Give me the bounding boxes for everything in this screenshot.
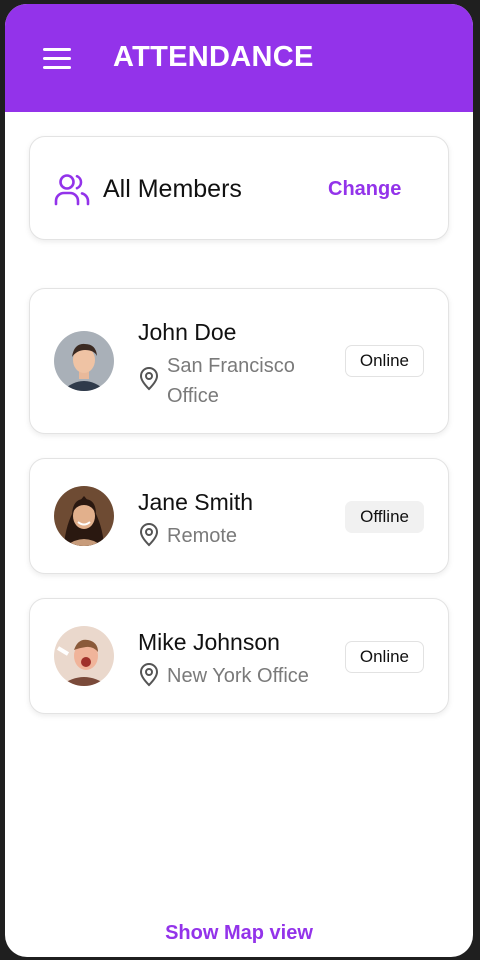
member-card-mike-johnson[interactable]: Mike Johnson New York Office Online [29,598,449,714]
show-map-view-button[interactable]: Show Map view [5,922,473,945]
location-pin-icon [139,367,159,391]
filter-label: All Members [103,175,242,203]
status-badge: Online [344,345,424,377]
member-name: John Doe [138,319,237,345]
member-card-jane-smith[interactable]: Jane Smith Remote Offline [29,458,449,574]
member-location: New York Office [167,665,309,687]
member-location: Remote [167,525,238,547]
app-header: ATTENDANCE [5,4,473,112]
location-pin-icon [139,663,159,687]
member-name: Jane Smith [138,489,254,515]
users-icon [54,174,90,206]
avatar [54,626,114,686]
location-pin-icon [139,523,159,547]
member-card-john-doe[interactable]: John Doe San Francisco Office Online [29,288,449,434]
avatar [54,486,114,546]
member-filter-card: All Members Change [29,136,449,240]
member-location: San Francisco Office [167,355,295,407]
page-title: ATTENDANCE [113,41,314,73]
change-filter-button[interactable]: Change [328,178,401,201]
member-name: Mike Johnson [138,629,280,655]
hamburger-menu-icon[interactable] [43,46,73,72]
app-screen: ATTENDANCE All Members Change John Doe S… [5,4,473,957]
status-badge: Online [344,641,424,673]
status-badge: Offline [345,501,424,533]
avatar [54,331,114,391]
